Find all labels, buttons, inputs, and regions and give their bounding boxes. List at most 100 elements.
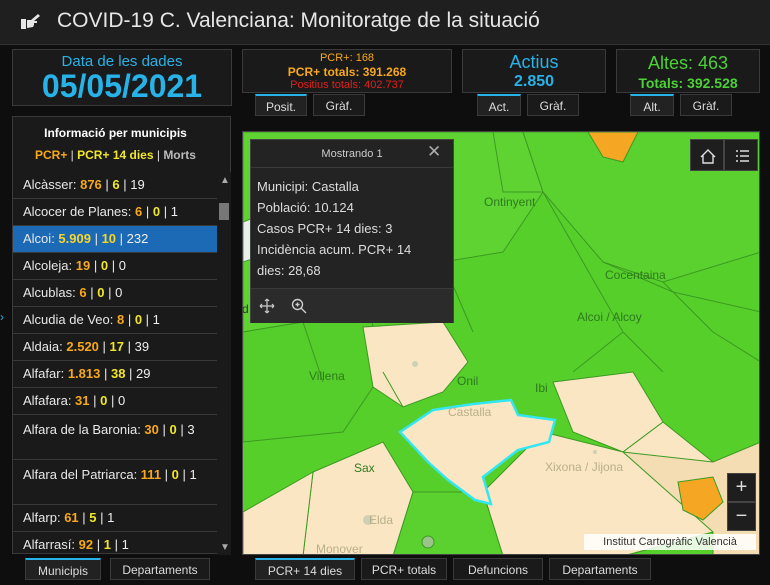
list-item[interactable]: Alcoleja: 19 | 0 | 0 — [13, 253, 217, 280]
list-item-separator: : — [67, 393, 76, 408]
list-item[interactable]: Alfafar: 1.813 | 38 | 29 — [13, 361, 217, 388]
collapse-left-icon[interactable]: › — [0, 310, 4, 324]
list-item-deaths: 3 — [187, 422, 195, 437]
list-item-pcr: 1.813 — [67, 366, 101, 381]
positives-total: Positius totals: 402.737 — [290, 79, 404, 91]
list-item-pcr14: 0 — [134, 312, 143, 327]
zoom-to-icon[interactable] — [291, 298, 307, 314]
list-item[interactable]: Alcocer de Planes: 6 | 0 | 1 — [13, 199, 217, 226]
map-label-castalla: Castalla — [448, 405, 492, 419]
active-label: Actius — [509, 52, 559, 72]
zoom-out-button[interactable]: − — [727, 502, 756, 531]
list-item-separator: | — [178, 467, 190, 482]
tab-departaments-list[interactable]: Departaments — [110, 558, 210, 580]
list-item-pcr: 31 — [75, 393, 90, 408]
list-item-pcr: 6 — [79, 285, 87, 300]
list-item[interactable]: Alcoi: 5.909 | 10 | 232 — [13, 226, 217, 253]
tab-pcr-positius[interactable]: Posit. — [255, 94, 307, 116]
map-label-villena: Villena — [309, 369, 345, 383]
tab-actius-grafic[interactable]: Gràf. — [527, 94, 579, 116]
tab-pcr-grafic[interactable]: Gràf. — [313, 94, 365, 116]
list-item-pcr14: 0 — [152, 204, 161, 219]
map-label-onil: Onil — [457, 374, 479, 388]
map-label-alcoi: Alcoi / Alcoy — [577, 310, 642, 324]
tab-altes[interactable]: Alt. — [630, 94, 674, 116]
active-panel: Actius 2.850 — [462, 49, 606, 93]
list-item-separator: | — [124, 339, 135, 354]
popup-line-incidencia-value: dies: 28,68 — [257, 263, 321, 278]
tab-actius[interactable]: Act. — [477, 94, 521, 116]
scroll-up-icon[interactable]: ▲ — [220, 175, 230, 186]
map-label-cocentaina: Cocentaina — [605, 268, 666, 282]
move-icon[interactable] — [259, 298, 275, 314]
legend-pcr: PCR+ — [35, 148, 68, 162]
municipality-list[interactable]: Alcàsser: 876 | 6 | 19 Alcocer de Planes:… — [13, 172, 217, 555]
list-item-name: Alcocer de Planes — [23, 204, 128, 219]
tab-pcr-14-dies[interactable]: PCR+ 14 dies — [255, 558, 355, 580]
scroll-thumb[interactable] — [219, 203, 229, 220]
list-item-deaths: 0 — [118, 258, 126, 273]
map-label-xixona: Xixona / Jijona — [545, 460, 624, 474]
list-item-separator: : — [109, 312, 117, 327]
home-button[interactable] — [690, 139, 724, 171]
list-item-name: Alcublas — [23, 285, 73, 300]
map-attribution: Institut Cartogràfic Valencià — [584, 534, 756, 550]
tab-defuncions[interactable]: Defuncions — [453, 558, 543, 580]
list-item-separator: : — [72, 177, 81, 192]
popup-line-poblacio: Població: 10.124 — [257, 200, 354, 215]
tab-municipis[interactable]: Municipis — [25, 558, 101, 580]
popup-footer — [251, 288, 453, 323]
popup-body: Municipi: Castalla Població: 10.124 Caso… — [257, 176, 447, 281]
map-label-sax: Sax — [354, 461, 375, 475]
list-item[interactable]: Alcublas: 6 | 0 | 0 — [13, 280, 217, 307]
tab-altes-grafic[interactable]: Gràf. — [680, 94, 732, 116]
list-item-separator: | — [100, 366, 111, 381]
app-header: COVID-19 C. Valenciana: Monitoratge de l… — [0, 0, 770, 45]
list-scrollbar[interactable] — [217, 172, 231, 555]
list-item-separator: | — [98, 339, 110, 354]
list-item[interactable]: Aldaia: 2.520 | 17 | 39 — [13, 334, 217, 361]
list-item-separator: : — [60, 366, 68, 381]
list-item-separator: | — [142, 204, 153, 219]
list-item[interactable]: Alfafara: 31 | 0 | 0 — [13, 388, 217, 415]
list-item-separator: | — [78, 510, 90, 525]
tab-pcr-totals[interactable]: PCR+ totals — [361, 558, 447, 580]
list-item-separator: | — [161, 467, 172, 482]
legend-deaths: Morts — [163, 148, 196, 162]
list-item-separator: | — [90, 231, 102, 246]
map-label-fragment: d — [242, 302, 249, 316]
list-item[interactable]: Alfara de la Baronia: 30 | 0 | 3 — [13, 415, 217, 460]
list-item-pcr14: 38 — [110, 366, 126, 381]
tab-departaments-map[interactable]: Departaments — [549, 558, 651, 580]
map-label-ontinyent: Ontinyent — [484, 195, 536, 209]
list-item-separator: | — [96, 510, 108, 525]
list-item-name: Alcudia de Veo — [23, 312, 110, 327]
list-item-separator: | — [125, 366, 137, 381]
date-value: 05/05/2021 — [41, 68, 203, 104]
list-item-pcr14: 0 — [171, 467, 179, 482]
date-panel: Data de les dades 05/05/2021 — [12, 49, 232, 106]
list-item-pcr14: 17 — [109, 339, 124, 354]
list-item-deaths: 0 — [115, 285, 123, 300]
scroll-down-icon[interactable]: ▼ — [220, 542, 230, 553]
list-item-pcr: 111 — [140, 467, 162, 482]
list-item[interactable]: Alcàsser: 876 | 6 | 19 — [13, 172, 217, 199]
close-icon[interactable]: ✕ — [427, 142, 441, 162]
active-value: 2.850 — [513, 73, 555, 90]
list-item-deaths: 232 — [126, 231, 149, 246]
popup-line-municipi: Municipi: Castalla — [257, 179, 359, 194]
zoom-in-button[interactable]: + — [727, 473, 756, 502]
discharges-total: Totals: 392.528 — [638, 75, 738, 91]
list-item[interactable]: Alcudia de Veo: 8 | 0 | 1 — [13, 307, 217, 334]
info-popup: Mostrando 1 ✕ Municipi: Castalla Poblaci… — [250, 139, 454, 323]
list-item-name: Aldaia — [23, 339, 60, 354]
list-item[interactable]: Alfara del Patriarca: 111 | 0 | 1 — [13, 460, 217, 505]
list-item-separator: | — [110, 537, 122, 552]
app-title: COVID-19 C. Valenciana: Monitoratge de l… — [57, 9, 540, 32]
list-item[interactable]: Alfarrasí: 92 | 1 | 1 — [13, 532, 217, 555]
pcr-panel: PCR+: 168 PCR+ totals: 391.268 Positius … — [242, 49, 452, 93]
list-item[interactable]: Alfarp: 61 | 5 | 1 — [13, 505, 217, 532]
legend-pcr14: PCR+ 14 dies — [77, 148, 154, 162]
legend-button[interactable] — [724, 139, 758, 171]
map-label-monover: Monover — [316, 542, 363, 555]
